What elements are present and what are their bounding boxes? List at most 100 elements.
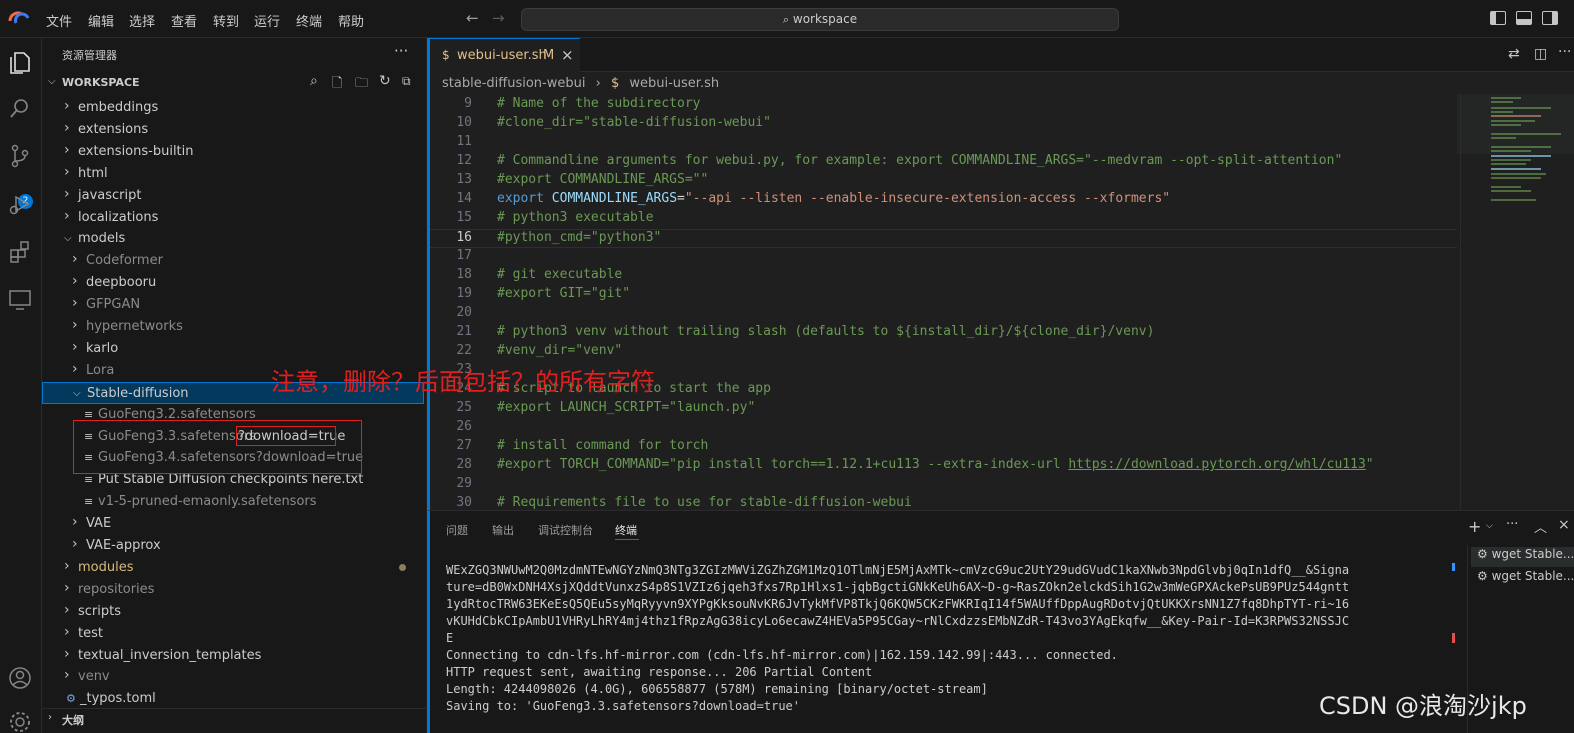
panel-tab[interactable]: 问题: [446, 522, 468, 538]
code-token: #venv_dir="venv": [497, 343, 623, 358]
terminal-output[interactable]: WExZGQ3NWUwM2Q0MzdmNTEwNGYzNmQ3NTg3ZGIzM…: [446, 563, 1446, 716]
menu-item[interactable]: 运行: [254, 11, 280, 30]
outline-section-header[interactable]: › 大纲: [42, 708, 426, 730]
toggle-panel-icon[interactable]: [1516, 11, 1532, 25]
tree-file[interactable]: ⚙ _typos.toml: [42, 688, 424, 710]
code-line: 29: [430, 476, 1460, 495]
remote-explorer-icon[interactable]: [6, 286, 34, 314]
tree-folder[interactable]: › repositories: [42, 579, 424, 601]
breadcrumb-file[interactable]: webui-user.sh: [629, 76, 719, 91]
tree-folder[interactable]: › venv: [42, 666, 424, 688]
editor-group: $ webui-user.sh M × ⇄ ◫ ··· stable-diffu…: [427, 38, 1574, 510]
refresh-icon[interactable]: ↻: [379, 73, 391, 89]
close-icon[interactable]: ×: [561, 46, 574, 64]
line-number: 28: [456, 457, 472, 472]
tree-folder[interactable]: › GFPGAN: [42, 294, 424, 316]
line-number: 20: [456, 305, 472, 320]
settings-gear-icon[interactable]: [6, 708, 34, 733]
menu-item[interactable]: 查看: [171, 11, 197, 30]
menu-item[interactable]: 转到: [213, 11, 239, 30]
workspace-section-header[interactable]: ⌵ WORKSPACE ⌕ 🗋 🗀 ↻ ⧉: [42, 72, 426, 94]
close-panel-icon[interactable]: ×: [1558, 517, 1570, 533]
files-icon[interactable]: [6, 48, 34, 76]
tree-folder[interactable]: › extensions: [42, 119, 424, 141]
tree-folder[interactable]: › modules: [42, 557, 424, 579]
tree-folder[interactable]: › localizations: [42, 207, 424, 229]
more-actions-icon[interactable]: ···: [1558, 44, 1571, 60]
code-editor[interactable]: 9 # Name of the subdirectory 10 #clone_dir=…: [430, 96, 1460, 510]
tree-folder[interactable]: › extensions-builtin: [42, 141, 424, 163]
split-editor-icon[interactable]: ◫: [1534, 46, 1547, 62]
menu-item[interactable]: 终端: [296, 11, 322, 30]
chevron-down-icon[interactable]: ⌵: [1486, 521, 1493, 531]
collapse-all-icon[interactable]: ⧉: [402, 74, 411, 89]
open-changes-icon[interactable]: ⇄: [1508, 46, 1520, 62]
panel-tab[interactable]: 终端: [615, 522, 637, 538]
tree-item-label: embeddings: [78, 100, 159, 115]
terminal-line: E: [446, 631, 454, 645]
panel-tab[interactable]: 输出: [492, 522, 514, 538]
chevron-right-icon: ›: [64, 579, 70, 596]
tree-folder[interactable]: › VAE: [42, 513, 424, 535]
menu-item[interactable]: 文件: [46, 11, 72, 30]
tree-folder[interactable]: › test: [42, 623, 424, 645]
chevron-down-icon: ⌵: [73, 387, 81, 399]
tree-item-label: karlo: [86, 340, 119, 356]
tree-folder[interactable]: › deepbooru: [42, 272, 424, 294]
extensions-icon[interactable]: [6, 238, 34, 266]
tree-folder[interactable]: › textual_inversion_templates: [42, 645, 424, 667]
search-icon[interactable]: ⌕: [310, 73, 318, 89]
tree-item-label: localizations: [78, 209, 159, 225]
tree-folder[interactable]: › javascript: [42, 185, 424, 207]
tree-folder[interactable]: › Codeformer: [42, 250, 424, 272]
code-token: #python_cmd="python3": [497, 230, 662, 245]
tree-folder[interactable]: › VAE-approx: [42, 535, 424, 557]
panel-tab[interactable]: 调试控制台: [538, 522, 593, 538]
command-center-search[interactable]: ⌕ workspace: [521, 8, 1119, 31]
new-terminal-icon[interactable]: +: [1468, 517, 1481, 536]
code-text: #clone_dir="stable-diffusion-webui": [497, 115, 771, 130]
menu-item[interactable]: 帮助: [338, 11, 364, 30]
account-icon[interactable]: [6, 664, 34, 692]
line-number: 17: [456, 248, 472, 263]
tree-folder[interactable]: › scripts: [42, 601, 424, 623]
tree-item-label: hypernetworks: [86, 319, 183, 334]
more-actions-icon[interactable]: ···: [394, 42, 408, 60]
tree-folder[interactable]: › html: [42, 163, 424, 185]
run-debug-icon[interactable]: [6, 190, 34, 218]
tree-file[interactable]: ≡ v1-5-pruned-emaonly.safetensors: [42, 491, 424, 513]
code-line: 15 # python3 executable: [430, 210, 1460, 229]
menu-item[interactable]: 编辑: [88, 11, 114, 30]
source-control-icon[interactable]: [6, 142, 34, 170]
workspace-name: workspace: [792, 12, 858, 26]
minimap[interactable]: [1457, 94, 1574, 510]
terminal-list-item[interactable]: ⚙ wget Stable...: [1471, 569, 1574, 589]
editor-tab-webui-user[interactable]: $ webui-user.sh M ×: [430, 38, 580, 72]
code-line: 28 #export TORCH_COMMAND="pip install tor…: [430, 457, 1460, 476]
forward-arrow-icon[interactable]: →: [492, 9, 505, 27]
new-file-icon[interactable]: 🗋: [332, 74, 342, 96]
menu-item[interactable]: 选择: [129, 11, 155, 30]
terminal-list-item[interactable]: ⚙ wget Stable...: [1471, 547, 1574, 567]
text-file-icon: ≡: [84, 473, 94, 487]
more-actions-icon[interactable]: ···: [1506, 517, 1518, 532]
maximize-panel-icon[interactable]: ︿: [1534, 517, 1547, 536]
breadcrumb-separator-icon: ›: [595, 76, 601, 91]
tree-folder[interactable]: › embeddings: [42, 97, 424, 119]
chevron-right-icon: ›: [64, 98, 70, 114]
tree-folder[interactable]: › karlo: [42, 338, 424, 360]
tree-item-label: modules: [78, 559, 134, 575]
tree-folder[interactable]: › hypernetworks: [42, 316, 424, 338]
code-line: 9 # Name of the subdirectory: [430, 96, 1460, 115]
code-token[interactable]: https://download.pytorch.org/whl/cu113: [1068, 457, 1365, 472]
line-number: 16: [456, 230, 472, 245]
toggle-primary-sidebar-icon[interactable]: [1490, 11, 1506, 25]
toggle-secondary-sidebar-icon[interactable]: [1542, 11, 1558, 25]
breadcrumb-folder[interactable]: stable-diffusion-webui: [442, 76, 585, 91]
new-folder-icon[interactable]: 🗀: [355, 74, 368, 96]
code-text: # Requirements file to use for stable-di…: [497, 495, 912, 510]
back-arrow-icon[interactable]: ←: [466, 9, 479, 27]
search-icon[interactable]: [6, 94, 34, 122]
watermark: CSDN @浪淘沙jkp: [1319, 692, 1527, 720]
tree-folder[interactable]: ⌵ models: [42, 228, 424, 250]
